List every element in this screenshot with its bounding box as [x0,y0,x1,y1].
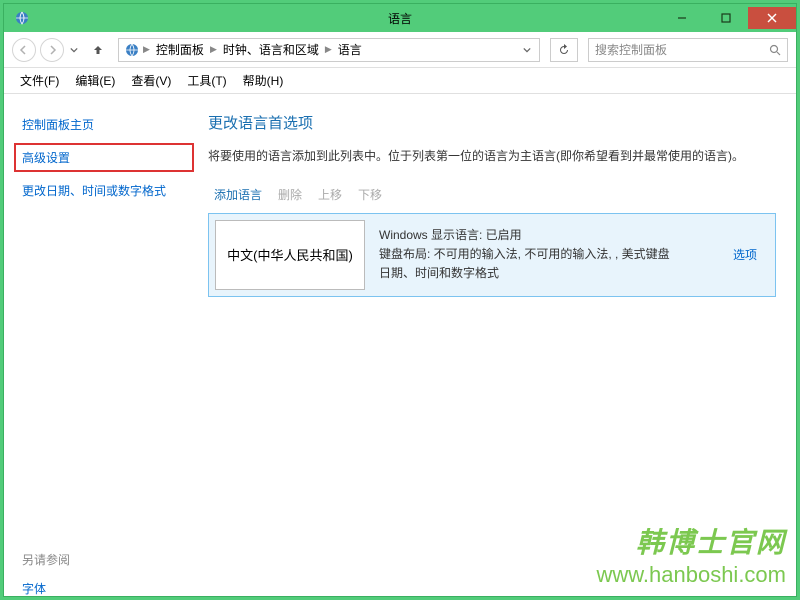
navbar: ▶ 控制面板 ▶ 时钟、语言和区域 ▶ 语言 搜索控制面板 [4,32,796,68]
detail-keyboard-layout: 键盘布局: 不可用的输入法, 不可用的输入法, , 美式键盘 [379,245,707,264]
menu-help[interactable]: 帮助(H) [235,68,292,93]
chevron-right-icon: ▶ [210,44,217,55]
content: 更改语言首选项 将要使用的语言添加到此列表中。位于列表第一位的语言为主语言(即你… [204,94,796,596]
up-button[interactable] [88,40,108,60]
close-button[interactable] [748,7,796,29]
maximize-button[interactable] [704,7,748,29]
menubar: 文件(F) 编辑(E) 查看(V) 工具(T) 帮助(H) [4,68,796,94]
sidebar-date-format[interactable]: 更改日期、时间或数字格式 [14,176,194,205]
sidebar: 控制面板主页 高级设置 更改日期、时间或数字格式 另请参阅 字体 位置 [4,94,204,596]
menu-edit[interactable]: 编辑(E) [67,68,123,93]
detail-date-format: 日期、时间和数字格式 [379,264,707,283]
language-toolbar: 添加语言 删除 上移 下移 [208,182,776,213]
history-dropdown[interactable] [68,46,84,54]
chevron-right-icon: ▶ [325,44,332,55]
language-row[interactable]: 中文(中华人民共和国) Windows 显示语言: 已启用 键盘布局: 不可用的… [208,213,776,297]
language-name: 中文(中华人民共和国) [215,220,365,290]
move-up-button[interactable]: 上移 [318,186,342,203]
address-dropdown[interactable] [519,46,535,54]
chevron-right-icon: ▶ [143,44,150,55]
remove-button[interactable]: 删除 [278,186,302,203]
window-title: 语言 [388,10,412,27]
sidebar-see-also-heading: 另请参阅 [14,545,194,574]
menu-file[interactable]: 文件(F) [12,68,67,93]
address-bar[interactable]: ▶ 控制面板 ▶ 时钟、语言和区域 ▶ 语言 [118,38,540,62]
add-language-button[interactable]: 添加语言 [214,186,262,203]
language-details: Windows 显示语言: 已启用 键盘布局: 不可用的输入法, 不可用的输入法… [371,214,715,296]
minimize-button[interactable] [660,7,704,29]
window-icon [12,8,32,28]
search-icon [769,44,781,56]
menu-tools[interactable]: 工具(T) [179,68,234,93]
refresh-button[interactable] [550,38,578,62]
page-title: 更改语言首选项 [208,112,776,133]
move-down-button[interactable]: 下移 [358,186,382,203]
breadcrumb[interactable]: 控制面板 [152,41,208,58]
detail-display-language: Windows 显示语言: 已启用 [379,226,707,245]
search-placeholder: 搜索控制面板 [595,41,667,58]
language-options-link[interactable]: 选项 [733,246,757,263]
search-input[interactable]: 搜索控制面板 [588,38,788,62]
globe-icon [123,41,141,59]
sidebar-fonts[interactable]: 字体 [14,574,194,596]
breadcrumb[interactable]: 语言 [334,41,366,58]
breadcrumb[interactable]: 时钟、语言和区域 [219,41,323,58]
menu-view[interactable]: 查看(V) [123,68,179,93]
page-description: 将要使用的语言添加到此列表中。位于列表第一位的语言为主语言(即你希望看到并最常使… [208,147,776,164]
titlebar: 语言 [4,4,796,32]
sidebar-control-panel-home[interactable]: 控制面板主页 [14,110,194,139]
sidebar-advanced-settings[interactable]: 高级设置 [14,143,194,172]
forward-button[interactable] [40,38,64,62]
back-button[interactable] [12,38,36,62]
